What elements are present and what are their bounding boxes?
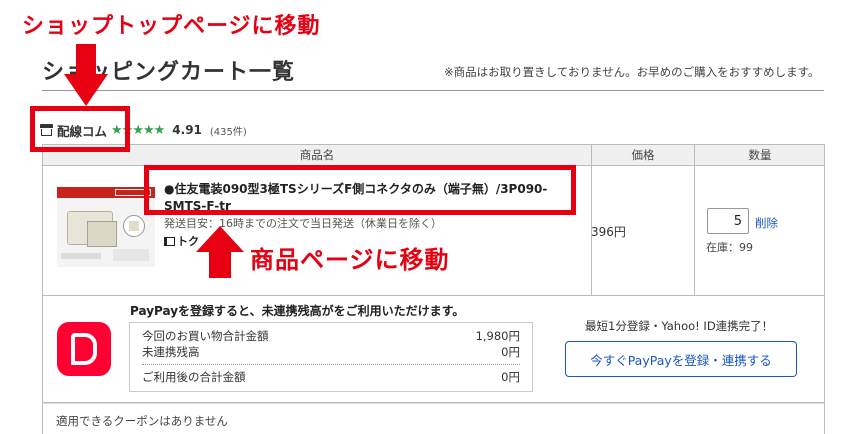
header-quantity: 数量 <box>748 148 772 162</box>
page-note: ※商品はお取り置きしておりません。お早めのご購入をおすすめします。 <box>444 65 820 79</box>
paypay-logo-icon <box>57 322 111 376</box>
delete-link[interactable]: 削除 <box>755 215 778 231</box>
cart-table-header: 商品名 価格 数量 <box>43 145 824 166</box>
product-image[interactable] <box>57 187 155 267</box>
total-after-value: 0円 <box>501 370 520 384</box>
coupon-row: 適用できるクーポンはありません <box>42 403 825 434</box>
column-divider <box>591 145 592 296</box>
register-note: 最短1分登録・Yahoo! ID連携完了！ <box>585 319 774 333</box>
coupon-tag[interactable]: トク <box>164 233 199 249</box>
header-price: 価格 <box>631 148 655 162</box>
paypay-register-button[interactable]: 今すぐPayPayを登録・連携する <box>565 341 797 377</box>
rating-value: 4.91 <box>172 123 202 137</box>
totals-value: 0円 <box>501 345 520 359</box>
paypay-headline-left: PayPayを登録すると、未連携残高が <box>130 304 334 318</box>
quantity-input[interactable] <box>707 208 749 234</box>
total-after-label: ご利用後の合計金額 <box>142 370 246 384</box>
megaphone-icon <box>164 236 175 246</box>
title-divider <box>42 90 824 91</box>
review-count[interactable]: (435件) <box>210 123 247 138</box>
totals-label: 今回のお買い物合計金額 <box>142 329 269 343</box>
item-price: 396円 <box>591 225 626 239</box>
annotation-product-box <box>144 165 576 215</box>
paypay-headline: PayPayを登録すると、未連携残高がをご利用いただけます。 <box>130 302 464 319</box>
column-divider <box>694 145 695 296</box>
totals-row: ご利用後の合計金額 0円 <box>142 369 520 385</box>
coupon-text: 適用できるクーポンはありません <box>56 414 228 428</box>
totals-value: 1,980円 <box>475 329 520 343</box>
totals-divider <box>142 364 520 365</box>
totals-row: 今回のお買い物合計金額 1,980円 <box>142 328 520 344</box>
annotation-arrow-down-icon <box>64 44 108 106</box>
annotation-shop-top-label: ショップトップページに移動 <box>22 14 321 39</box>
paypay-panel: PayPayを登録すると、未連携残高がをご利用いただけます。 今回のお買い物合計… <box>42 296 825 403</box>
totals-label: 未連携残高 <box>142 345 200 359</box>
totals-box: 今回のお買い物合計金額 1,980円 未連携残高 0円 ご利用後の合計金額 0円 <box>129 322 533 392</box>
annotation-arrow-up-icon <box>196 226 244 278</box>
annotation-product-page-label: 商品ページに移動 <box>250 246 450 274</box>
totals-row: 未連携残高 0円 <box>142 344 520 360</box>
annotation-store-box <box>30 106 130 152</box>
paypay-headline-right: をご利用いただけます。 <box>333 304 465 318</box>
stock-count: 在庫：99 <box>706 241 753 254</box>
